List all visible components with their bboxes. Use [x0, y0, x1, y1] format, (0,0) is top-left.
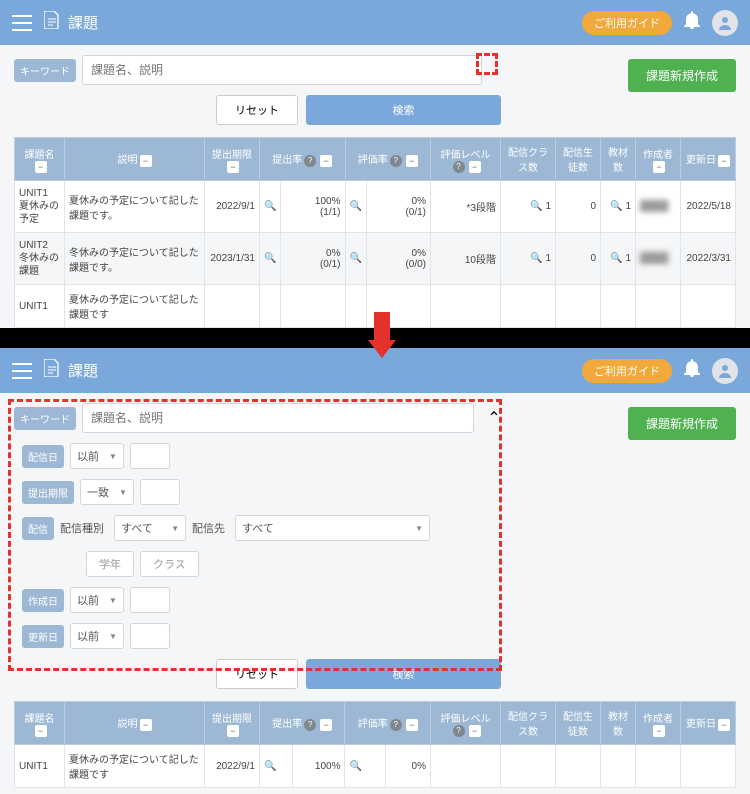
- assignments-table: 課題名− 説明− 提出期限− 提出率?− 評価率?− 評価レベル?− 配信クラス…: [14, 137, 736, 328]
- col-due: 提出期限: [212, 150, 252, 161]
- magnify-icon[interactable]: 🔍: [260, 233, 281, 285]
- magnify-icon[interactable]: 🔍: [610, 253, 622, 264]
- delivery-date-label: 配信日: [22, 445, 64, 468]
- due-date-label: 提出期限: [22, 481, 74, 504]
- created-date-label: 作成日: [22, 589, 64, 612]
- updated-op-select[interactable]: 以前▼: [70, 623, 124, 649]
- search-input[interactable]: [82, 403, 474, 433]
- help-icon[interactable]: ?: [453, 161, 465, 173]
- col-name: 課題名: [25, 150, 55, 161]
- search-panel-expanded: 課題新規作成 キーワード ⌃ 配信日 以前▼ 提出期限 一致▼ 配信 配信種別 …: [0, 393, 750, 794]
- col-materials: 教材数: [608, 148, 628, 174]
- col-collapse-icon[interactable]: −: [35, 161, 47, 173]
- grade-input[interactable]: 学年: [86, 551, 134, 577]
- help-icon[interactable]: ?: [390, 155, 402, 167]
- help-icon[interactable]: ?: [453, 725, 465, 737]
- col-eval-level: 評価レベル: [441, 150, 491, 161]
- col-collapse-icon[interactable]: −: [653, 725, 665, 737]
- col-collapse-icon[interactable]: −: [406, 719, 418, 731]
- chevron-up-icon[interactable]: ⌃: [482, 406, 506, 430]
- col-collapse-icon[interactable]: −: [406, 155, 418, 167]
- col-updated: 更新日: [686, 155, 716, 166]
- table-row[interactable]: UNIT1 夏休みの予定について記した課題です 2022/9/1 🔍 100% …: [15, 745, 736, 788]
- keyword-label: キーワード: [14, 59, 76, 82]
- table-row[interactable]: UNIT2 冬休みの課題 冬休みの予定について記した課題です。 2023/1/3…: [15, 233, 736, 285]
- search-panel-collapsed: 課題新規作成 キーワード ⌄ リセット 検索 課題名− 説明− 提出期限− 提出…: [0, 45, 750, 328]
- magnify-icon[interactable]: 🔍: [530, 253, 542, 264]
- col-collapse-icon[interactable]: −: [718, 155, 730, 167]
- help-icon[interactable]: ?: [390, 719, 402, 731]
- col-collapse-icon[interactable]: −: [469, 725, 481, 737]
- col-submit-rate: 提出率: [272, 155, 302, 166]
- col-deliv-class: 配信クラス数: [508, 148, 548, 174]
- col-collapse-icon[interactable]: −: [140, 719, 152, 731]
- delivery-date-op-select[interactable]: 以前▼: [70, 443, 124, 469]
- reset-button[interactable]: リセット: [216, 659, 298, 689]
- delivery-dest-select[interactable]: すべて▼: [235, 515, 430, 541]
- help-icon[interactable]: ?: [304, 155, 316, 167]
- magnify-icon[interactable]: 🔍: [530, 201, 542, 212]
- new-assignment-button[interactable]: 課題新規作成: [628, 59, 736, 92]
- magnify-icon[interactable]: 🔍: [260, 745, 293, 788]
- due-date-op-select[interactable]: 一致▼: [80, 479, 134, 505]
- guide-button[interactable]: ご利用ガイド: [582, 359, 672, 383]
- page-title: 課題: [68, 360, 582, 381]
- search-input[interactable]: [82, 55, 482, 85]
- class-input[interactable]: クラス: [140, 551, 199, 577]
- bell-icon[interactable]: [684, 359, 700, 382]
- bell-icon[interactable]: [684, 11, 700, 34]
- table-row[interactable]: UNIT1 夏休みの予定 夏休みの予定について記した課題です。 2022/9/1…: [15, 181, 736, 233]
- updated-date-label: 更新日: [22, 625, 64, 648]
- app-header: 課題 ご利用ガイド: [0, 0, 750, 45]
- help-icon[interactable]: ?: [304, 719, 316, 731]
- col-creator: 作成者: [643, 150, 673, 161]
- col-deliv-student: 配信生徒数: [563, 148, 593, 174]
- delivery-date-input[interactable]: [130, 443, 170, 469]
- user-avatar[interactable]: [712, 358, 738, 384]
- col-collapse-icon[interactable]: −: [227, 725, 239, 737]
- created-date-input[interactable]: [130, 587, 170, 613]
- user-avatar[interactable]: [712, 10, 738, 36]
- magnify-icon[interactable]: 🔍: [610, 201, 622, 212]
- col-collapse-icon[interactable]: −: [718, 719, 730, 731]
- new-assignment-button[interactable]: 課題新規作成: [628, 407, 736, 440]
- down-arrow-icon: [368, 312, 396, 362]
- col-collapse-icon[interactable]: −: [653, 161, 665, 173]
- col-collapse-icon[interactable]: −: [320, 719, 332, 731]
- due-date-input[interactable]: [140, 479, 180, 505]
- delivery-type-text: 配信種別: [60, 520, 104, 536]
- magnify-icon[interactable]: 🔍: [345, 181, 366, 233]
- created-op-select[interactable]: 以前▼: [70, 587, 124, 613]
- reset-button[interactable]: リセット: [216, 95, 298, 125]
- document-icon: [44, 11, 60, 34]
- magnify-icon[interactable]: 🔍: [345, 745, 386, 788]
- separator: [0, 328, 750, 348]
- delivery-dest-text: 配信先: [192, 520, 225, 536]
- keyword-label: キーワード: [14, 407, 76, 430]
- col-collapse-icon[interactable]: −: [140, 155, 152, 167]
- guide-button[interactable]: ご利用ガイド: [582, 11, 672, 35]
- col-eval-rate: 評価率: [358, 155, 388, 166]
- search-button[interactable]: 検索: [306, 95, 501, 125]
- delivery-label: 配信: [22, 517, 54, 540]
- col-collapse-icon[interactable]: −: [320, 155, 332, 167]
- assignments-table: 課題名− 説明− 提出期限− 提出率?− 評価率?− 評価レベル?− 配信クラス…: [14, 701, 736, 788]
- col-collapse-icon[interactable]: −: [227, 161, 239, 173]
- search-button[interactable]: 検索: [306, 659, 501, 689]
- col-desc: 説明: [118, 155, 138, 166]
- hamburger-icon[interactable]: [12, 15, 32, 31]
- document-icon: [44, 359, 60, 382]
- magnify-icon[interactable]: 🔍: [345, 233, 366, 285]
- col-collapse-icon[interactable]: −: [469, 161, 481, 173]
- delivery-type-select[interactable]: すべて▼: [114, 515, 186, 541]
- page-title: 課題: [68, 12, 582, 33]
- updated-date-input[interactable]: [130, 623, 170, 649]
- col-collapse-icon[interactable]: −: [35, 725, 47, 737]
- magnify-icon[interactable]: 🔍: [260, 181, 281, 233]
- hamburger-icon[interactable]: [12, 363, 32, 379]
